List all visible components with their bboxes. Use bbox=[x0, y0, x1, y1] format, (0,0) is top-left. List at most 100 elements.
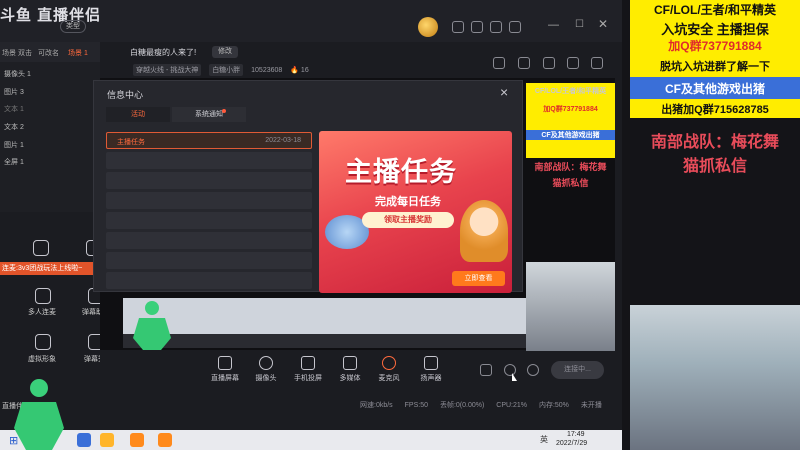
windows-taskbar bbox=[0, 430, 622, 450]
virtual-image-label[interactable]: 虚拟形象 bbox=[28, 354, 56, 364]
app-icon[interactable] bbox=[158, 433, 172, 447]
status-bar: 网速:0kb/s FPS:50 丢帧:0(0.00%) CPU:21% 内存:5… bbox=[360, 400, 622, 412]
message-list: 主播任务 2022-03-18 bbox=[106, 132, 312, 292]
ad-line: CF/LOL/王者/和平精英 bbox=[654, 3, 776, 17]
preview-team-text: 南部战队：梅花舞 bbox=[534, 162, 607, 172]
virtual-image-icon[interactable] bbox=[35, 334, 51, 350]
gear-icon[interactable] bbox=[527, 364, 539, 376]
multi-connect-label[interactable]: 多人连麦 bbox=[28, 307, 56, 317]
bell-icon[interactable] bbox=[567, 57, 579, 69]
list-item[interactable] bbox=[106, 272, 312, 289]
media-icon bbox=[343, 356, 357, 370]
tab-scene-1[interactable]: 场景 1 bbox=[68, 48, 88, 58]
camera-tool[interactable]: 摄像头 bbox=[246, 356, 286, 383]
source-list bbox=[0, 62, 100, 212]
room-info: 穿越火线 - 挑战大神 白糖小胖 10523608 🔥 16 bbox=[133, 64, 309, 76]
view-now-button[interactable]: 立即查看 bbox=[452, 271, 505, 286]
lock-icon[interactable] bbox=[493, 57, 505, 69]
list-item[interactable] bbox=[106, 172, 312, 189]
multi-connect-icon[interactable] bbox=[35, 288, 51, 304]
phone-icon bbox=[301, 356, 315, 370]
avatar[interactable] bbox=[418, 17, 438, 37]
app-icon[interactable] bbox=[77, 433, 91, 447]
character-image bbox=[460, 200, 508, 262]
phone-cast-label: 手机投屏 bbox=[294, 375, 322, 382]
clock-date[interactable]: 2022/7/29 bbox=[556, 440, 587, 447]
source-item[interactable]: 图片 1 bbox=[4, 140, 24, 150]
mail-icon[interactable] bbox=[490, 21, 502, 33]
promo-banner[interactable]: 连麦:3v3团战玩法上线啦~ bbox=[0, 262, 96, 275]
media-tool[interactable]: 多媒体 bbox=[330, 356, 370, 383]
preview-ad-line: 加Q群737791884 bbox=[543, 106, 598, 113]
source-item[interactable]: 图片 3 bbox=[4, 87, 24, 97]
settings-icon[interactable] bbox=[509, 21, 521, 33]
camera-icon bbox=[259, 356, 273, 370]
microphone-icon bbox=[382, 356, 396, 370]
list-item[interactable] bbox=[106, 152, 312, 169]
phone-cast-tool[interactable]: 手机投屏 bbox=[288, 356, 328, 383]
item-title: 主播任务 bbox=[117, 139, 145, 146]
source-item[interactable]: 摄像头 1 bbox=[4, 69, 31, 79]
app-icon[interactable] bbox=[130, 433, 144, 447]
layout-icon[interactable] bbox=[518, 57, 530, 69]
folder-icon[interactable] bbox=[100, 433, 114, 447]
user-name: 白糖小胖 bbox=[209, 64, 244, 76]
dropped-frames: 丢帧:0(0.00%) bbox=[439, 402, 485, 409]
mic-icon[interactable] bbox=[33, 240, 49, 256]
shirt-icon[interactable] bbox=[471, 21, 483, 33]
list-item[interactable] bbox=[106, 232, 312, 249]
banner-reward-pill: 领取主播奖励 bbox=[362, 212, 454, 228]
ad-line: 加Q群737791884 bbox=[668, 39, 762, 53]
start-live-button[interactable]: 连接中... bbox=[551, 361, 604, 379]
webcam-feed bbox=[630, 305, 800, 450]
preview-ad-line: CF/LOL/王者/和平精英 bbox=[534, 88, 607, 95]
streamer-figure bbox=[14, 379, 64, 450]
tab-scene[interactable]: 场景 bbox=[2, 48, 16, 58]
list-item[interactable]: 主播任务 2022-03-18 bbox=[106, 132, 312, 149]
headset-icon[interactable] bbox=[452, 21, 464, 33]
tab-rename[interactable]: 可改名 bbox=[38, 48, 59, 58]
memory-usage: 内存:50% bbox=[538, 402, 569, 409]
list-item[interactable] bbox=[106, 212, 312, 229]
speaker-icon bbox=[424, 356, 438, 370]
list-item[interactable] bbox=[106, 192, 312, 209]
grid-icon[interactable] bbox=[543, 57, 555, 69]
list-item[interactable] bbox=[106, 252, 312, 269]
source-item[interactable]: 文本 2 bbox=[4, 122, 24, 132]
team-text: 猫抓私信 bbox=[682, 158, 747, 175]
unread-dot-icon bbox=[222, 109, 226, 113]
live-status: 未开播 bbox=[580, 402, 602, 409]
maximize-icon[interactable]: ☐ bbox=[575, 19, 584, 30]
preview-team-text: 猫抓私信 bbox=[552, 178, 589, 188]
speaker-tool[interactable]: 扬声器 bbox=[411, 356, 451, 383]
share-icon[interactable] bbox=[591, 57, 603, 69]
minimize-icon[interactable]: — bbox=[548, 19, 559, 31]
source-item[interactable]: 文本 1 bbox=[4, 104, 24, 114]
preview-webcam bbox=[526, 262, 615, 351]
room-title: 白糖最瘦的人来了! bbox=[130, 48, 197, 57]
mic-tool-label: 麦克风 bbox=[378, 375, 400, 382]
tab-system-notice[interactable]: 系统通知 bbox=[172, 107, 246, 122]
tab-double-click[interactable]: 双击 bbox=[18, 48, 32, 58]
close-icon[interactable]: × bbox=[500, 84, 508, 100]
screen-tool[interactable]: 直播屏幕 bbox=[205, 356, 245, 383]
tab-activity[interactable]: 活动 bbox=[106, 107, 170, 122]
clock-time[interactable]: 17:49 bbox=[567, 431, 585, 438]
fps: FPS:50 bbox=[404, 402, 428, 409]
record-icon[interactable] bbox=[480, 364, 492, 376]
camera-tool-label: 摄像头 bbox=[255, 375, 277, 382]
monitor-icon bbox=[218, 356, 232, 370]
ad-line: 出猪加Q群715628785 bbox=[661, 104, 769, 116]
banner-title: 主播任务 bbox=[345, 157, 457, 187]
category-tag[interactable]: 穿越火线 - 挑战大神 bbox=[133, 64, 202, 76]
ad-line: CF及其他游戏出猪 bbox=[665, 82, 765, 96]
type-button[interactable]: 类型 bbox=[60, 20, 86, 33]
fire-icon: 🔥 bbox=[290, 67, 299, 74]
dialog-title: 信息中心 bbox=[107, 90, 144, 100]
close-icon[interactable]: ✕ bbox=[598, 17, 608, 31]
edit-button[interactable]: 修改 bbox=[212, 46, 238, 58]
ime-language[interactable]: 英 bbox=[540, 434, 548, 445]
mic-tool[interactable]: 麦克风 bbox=[369, 356, 409, 383]
screen-tool-label: 直播屏幕 bbox=[211, 375, 239, 382]
source-item[interactable]: 全屏 1 bbox=[4, 157, 24, 167]
